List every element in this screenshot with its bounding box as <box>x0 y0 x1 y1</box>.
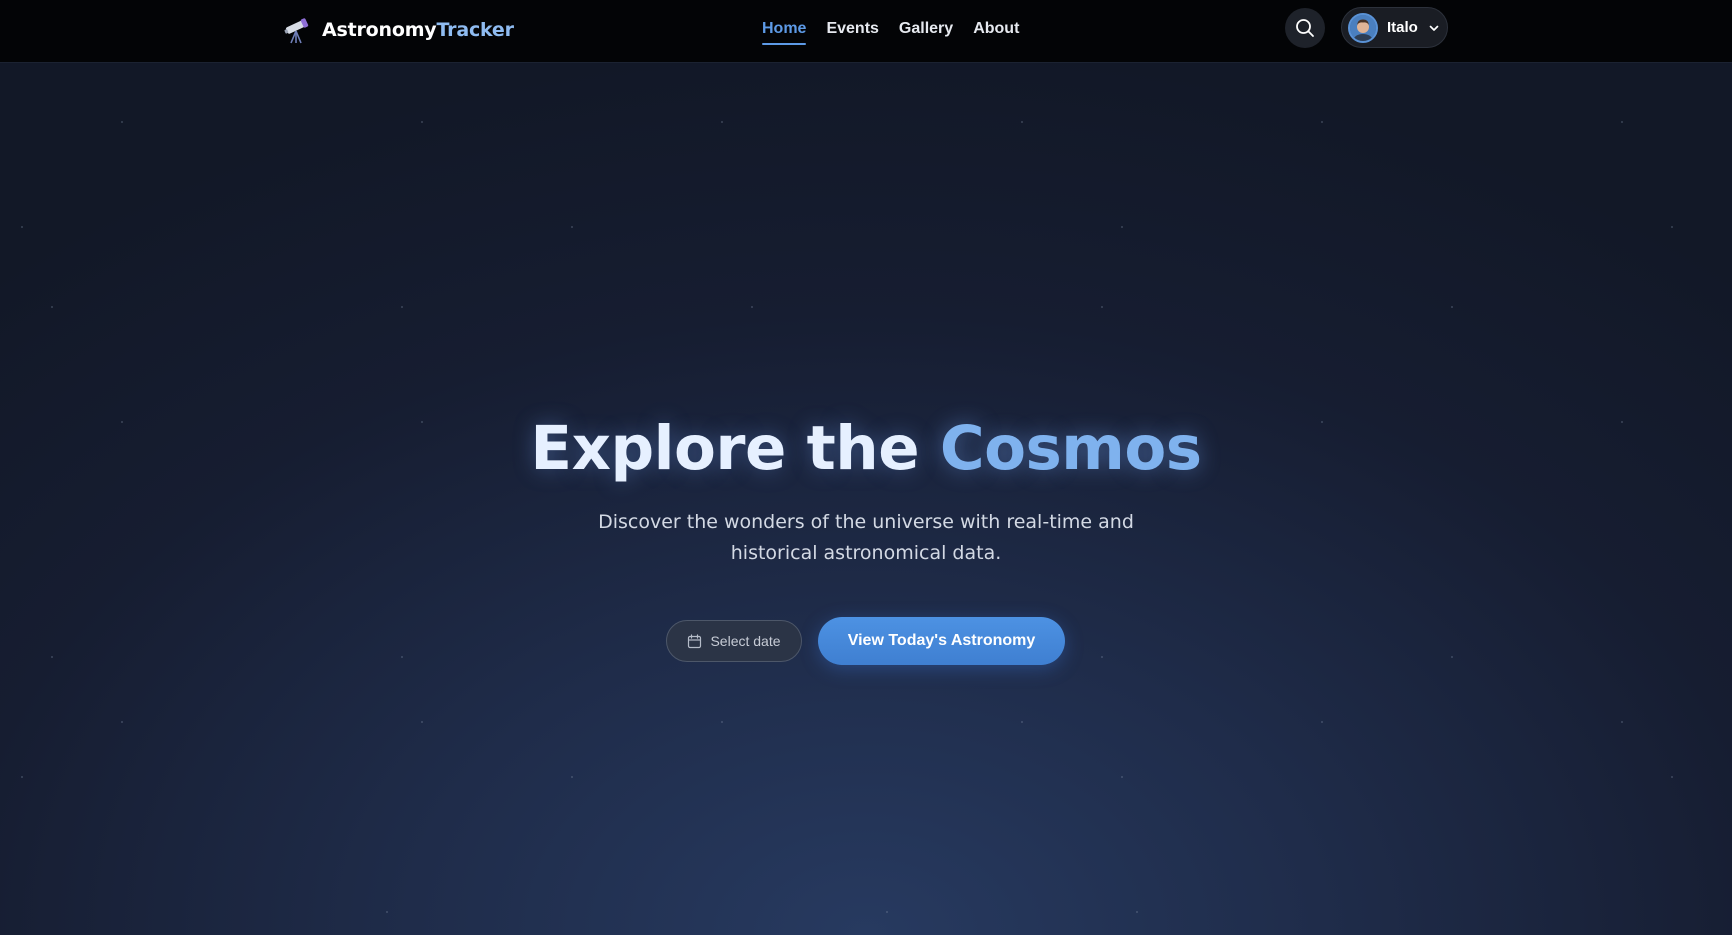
nav-link-events[interactable]: Events <box>816 16 888 45</box>
nav-link-about[interactable]: About <box>963 16 1029 45</box>
main-nav: Home Events Gallery About <box>752 16 1029 45</box>
nav-link-gallery[interactable]: Gallery <box>889 16 963 45</box>
avatar <box>1348 12 1378 43</box>
view-today-astronomy-label: View Today's Astronomy <box>847 632 1036 649</box>
view-today-astronomy-button[interactable]: View Today's Astronomy <box>818 617 1065 665</box>
calendar-icon <box>688 633 702 648</box>
hero-title-highlight: Cosmos <box>939 413 1202 484</box>
select-date-button[interactable]: Select date <box>666 620 802 662</box>
user-avatar-image <box>1350 14 1376 41</box>
user-menu-button[interactable]: Italo <box>1341 7 1448 48</box>
chevron-down-icon <box>1428 22 1440 34</box>
telescope-icon <box>284 18 309 44</box>
hero-title: Explore the Cosmos <box>0 412 1732 486</box>
search-button[interactable] <box>1285 8 1325 48</box>
brand-logo-link[interactable]: AstronomyTracker <box>282 13 514 47</box>
search-icon <box>1296 19 1314 37</box>
brand-name-part1: Astronomy <box>322 19 437 41</box>
brand-name-part2: Tracker <box>436 19 514 41</box>
hero-title-part1: Explore the <box>530 413 940 484</box>
hero-section: Explore the Cosmos Discover the wonders … <box>0 62 1732 935</box>
hero-subtitle: Discover the wonders of the universe wit… <box>598 511 1134 564</box>
select-date-label: Select date <box>710 633 781 649</box>
user-name: Italo <box>1387 19 1418 36</box>
top-navbar: AstronomyTracker Home Events Gallery Abo… <box>0 0 1732 63</box>
brand-name: AstronomyTracker <box>322 19 514 41</box>
nav-link-home[interactable]: Home <box>752 16 816 45</box>
